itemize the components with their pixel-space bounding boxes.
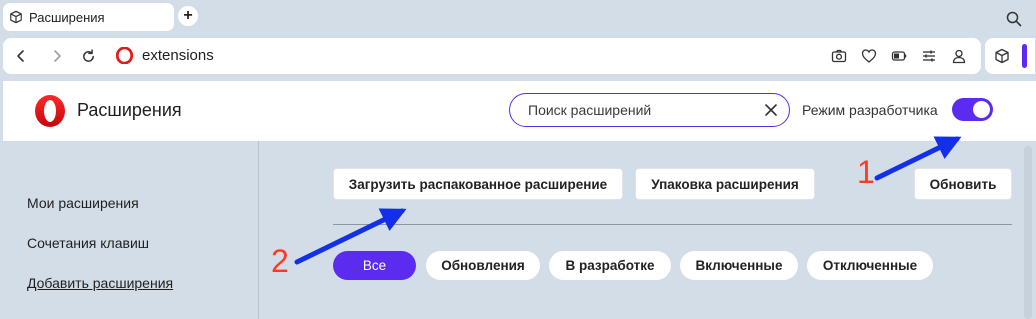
- filter-enabled[interactable]: Включенные: [680, 251, 798, 280]
- battery-icon: [891, 51, 907, 61]
- page-title: Расширения: [77, 100, 182, 120]
- search-input[interactable]: [528, 101, 748, 119]
- page-header: Расширения Режим разработчика: [3, 81, 1036, 141]
- close-icon[interactable]: [763, 102, 779, 118]
- tab-title: Расширения: [29, 9, 105, 25]
- opera-logo-icon: [116, 47, 133, 64]
- cube-icon: [10, 10, 22, 24]
- reload-icon: [82, 48, 94, 62]
- filter-updates[interactable]: Обновления: [426, 251, 540, 280]
- easy-setup-button[interactable]: [921, 48, 937, 64]
- annotation-marker-1: 1: [857, 154, 875, 190]
- filter-in-development[interactable]: В разработке: [549, 251, 671, 280]
- arrow-left-icon: [17, 50, 24, 62]
- tab-extensions[interactable]: Расширения: [3, 3, 174, 31]
- filter-disabled[interactable]: Отключенные: [807, 251, 933, 280]
- address-bar: extensions: [3, 38, 981, 74]
- arrow-right-icon: [54, 50, 61, 62]
- sidebar-item-get-extensions[interactable]: Добавить расширения: [27, 275, 173, 291]
- load-unpacked-button[interactable]: Загрузить распакованное расширение: [333, 168, 623, 200]
- heart-icon: [861, 49, 877, 63]
- sidebar-item-my-extensions[interactable]: Мои расширения: [27, 195, 139, 211]
- pack-extension-button[interactable]: Упаковка расширения: [635, 168, 815, 200]
- developer-mode-label: Режим разработчика: [802, 102, 938, 118]
- reload-button[interactable]: [79, 47, 97, 65]
- forward-button[interactable]: [48, 47, 66, 65]
- divider: [333, 224, 1012, 225]
- search-box: [509, 93, 790, 127]
- search-tabs-icon[interactable]: [1006, 11, 1022, 27]
- sidebar: Мои расширения Сочетания клавиш Добавить…: [3, 141, 259, 319]
- filter-all[interactable]: Все: [333, 251, 416, 280]
- camera-icon: [831, 49, 847, 63]
- scrollbar[interactable]: [1024, 146, 1032, 319]
- snapshot-button[interactable]: [831, 48, 847, 64]
- url-text[interactable]: extensions: [142, 47, 214, 64]
- update-button[interactable]: Обновить: [914, 168, 1012, 200]
- toggle-knob: [973, 101, 990, 118]
- annotation-marker-2: 2: [271, 243, 289, 279]
- battery-saver-button[interactable]: [891, 48, 907, 64]
- sliders-icon: [923, 50, 935, 62]
- extensions-panel: [985, 38, 1035, 74]
- sidebar-accent-bar: [1022, 44, 1027, 68]
- bookmark-button[interactable]: [861, 48, 877, 64]
- new-tab-button[interactable]: +: [178, 6, 198, 26]
- developer-mode-toggle[interactable]: [952, 98, 993, 121]
- sidebar-item-shortcuts[interactable]: Сочетания клавиш: [27, 235, 149, 251]
- extensions-cube-icon[interactable]: [994, 48, 1010, 64]
- user-icon: [952, 49, 966, 64]
- opera-logo-icon: [35, 95, 65, 127]
- back-button[interactable]: [12, 47, 30, 65]
- profile-button[interactable]: [951, 48, 967, 64]
